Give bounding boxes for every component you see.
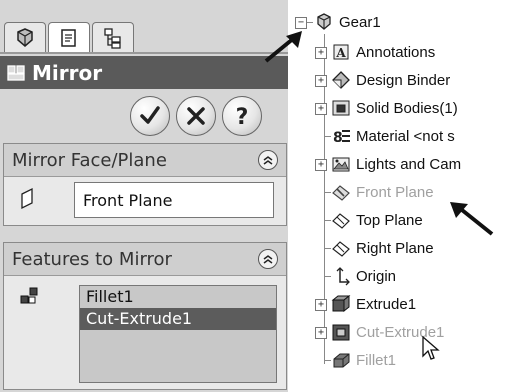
design-binder-icon — [332, 71, 350, 89]
tree-item-solid-bodies[interactable]: Solid Bodies(1) — [331, 96, 458, 120]
tree-item-label: Design Binder — [356, 71, 451, 89]
plane-icon — [332, 241, 350, 257]
tab-configuration-manager[interactable] — [92, 22, 134, 53]
features-to-mirror-header[interactable]: Features to Mirror — [4, 243, 286, 276]
tree-item-material[interactable]: 8 Material <not s — [331, 124, 455, 148]
expand-toggle[interactable]: + — [315, 299, 327, 311]
chevron-up-icon — [263, 156, 273, 165]
mirror-icon — [7, 64, 25, 81]
tree-item-lights-cameras[interactable]: Lights and Cam — [331, 152, 461, 176]
tree-item-origin[interactable]: Origin — [331, 264, 396, 288]
tree-root-label: Gear1 — [339, 13, 381, 31]
svg-text:8: 8 — [333, 130, 343, 146]
list-item[interactable]: Cut-Extrude1 — [80, 308, 276, 330]
tree-item-front-plane[interactable]: Front Plane — [331, 180, 434, 204]
mirror-plane-value: Front Plane — [83, 190, 173, 210]
fillet-icon — [333, 353, 350, 368]
help-question-icon: ? — [236, 105, 249, 129]
features-list[interactable]: Fillet1 Cut-Extrude1 — [79, 285, 277, 383]
feature-tree: − Gear1 + A Annotations + Design Binder … — [290, 0, 506, 392]
solid-bodies-icon — [332, 100, 350, 116]
tree-item-top-plane[interactable]: Top Plane — [331, 208, 423, 232]
svg-text:A: A — [335, 46, 346, 60]
tree-item-label: Top Plane — [356, 211, 423, 229]
tab-feature-manager[interactable] — [4, 22, 46, 53]
panel-title: Mirror — [32, 60, 103, 85]
tree-item-design-binder[interactable]: Design Binder — [331, 68, 450, 92]
cut-extrude-icon — [332, 324, 350, 341]
plane-icon — [332, 185, 350, 201]
mirror-face-plane-header[interactable]: Mirror Face/Plane — [4, 144, 286, 177]
ok-check-icon — [140, 106, 160, 124]
ok-button[interactable] — [130, 96, 170, 136]
features-to-mirror-group: Features to Mirror Fillet1 Cut-Extrude1 — [3, 242, 287, 390]
cancel-x-icon — [187, 107, 205, 125]
material-icon: 8 — [333, 130, 350, 146]
tree-item-right-plane[interactable]: Right Plane — [331, 236, 434, 260]
plane-select-icon — [21, 187, 33, 210]
tree-item-fillet1[interactable]: Fillet1 — [331, 348, 396, 372]
tree-item-annotations[interactable]: A Annotations — [331, 40, 435, 64]
tree-item-label: Origin — [356, 267, 397, 285]
svg-text:?: ? — [236, 105, 249, 129]
tree-item-extrude1[interactable]: Extrude1 — [331, 292, 416, 316]
lights-camera-icon — [332, 157, 350, 172]
expand-toggle[interactable]: + — [315, 327, 327, 339]
tree-item-label: Extrude1 — [356, 295, 417, 313]
annotations-icon: A — [333, 44, 349, 60]
origin-icon — [336, 267, 350, 286]
configuration-manager-icon — [104, 28, 121, 49]
mirror-face-plane-group: Mirror Face/Plane Front Plane — [3, 143, 287, 226]
expand-toggle[interactable]: + — [315, 159, 327, 171]
tree-item-label: Fillet1 — [356, 351, 397, 369]
mirror-face-plane-heading: Mirror Face/Plane — [12, 149, 167, 171]
mirror-plane-field[interactable]: Front Plane — [74, 182, 274, 218]
collapse-button[interactable] — [258, 249, 278, 269]
mouse-cursor-icon — [422, 336, 440, 360]
tab-divider — [0, 52, 288, 54]
extrude-icon — [331, 294, 351, 313]
expand-toggle[interactable]: + — [315, 75, 327, 87]
property-manager-icon — [61, 29, 76, 47]
cancel-button[interactable] — [176, 96, 216, 136]
plane-icon — [332, 213, 350, 229]
callout-arrow-icon — [264, 31, 302, 63]
tree-root[interactable]: Gear1 — [314, 10, 381, 34]
tree-item-label: Solid Bodies(1) — [356, 99, 458, 117]
panel-title-bar: Mirror — [0, 56, 288, 89]
tab-property-manager[interactable] — [48, 22, 90, 53]
features-select-icon — [20, 287, 38, 304]
tree-item-label: Right Plane — [356, 239, 434, 257]
chevron-up-icon — [263, 255, 273, 264]
tree-item-label: Front Plane — [356, 183, 434, 201]
property-manager-panel: Mirror ? Mirror Face/Plane Front Plane F… — [0, 0, 288, 392]
feature-manager-icon — [17, 28, 33, 47]
tree-item-label: Material <not s — [356, 127, 455, 145]
tree-connector — [307, 22, 313, 23]
help-button[interactable]: ? — [222, 96, 262, 136]
expand-toggle[interactable]: + — [315, 103, 327, 115]
features-to-mirror-heading: Features to Mirror — [12, 248, 172, 270]
expand-toggle[interactable]: + — [315, 47, 327, 59]
list-item[interactable]: Fillet1 — [80, 286, 276, 308]
tree-item-label: Annotations — [356, 43, 436, 61]
collapse-button[interactable] — [258, 150, 278, 170]
tree-item-label: Lights and Cam — [356, 155, 462, 173]
part-icon — [317, 13, 331, 30]
callout-arrow-icon — [450, 202, 494, 236]
